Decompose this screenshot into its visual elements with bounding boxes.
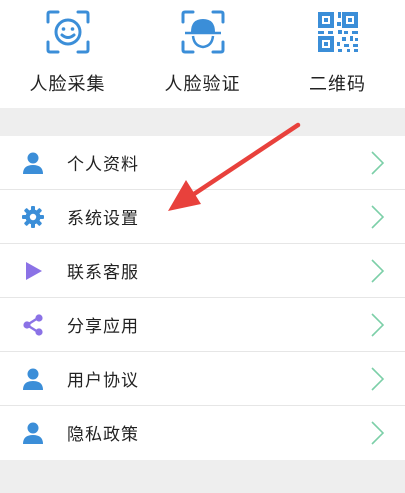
menu-item-label: 个人资料 <box>67 155 139 175</box>
quick-actions-row: 人脸采集 人脸验证 二维码 <box>0 0 405 108</box>
menu-item-user-agreement[interactable]: 用户协议 <box>0 352 405 406</box>
share-icon <box>23 314 43 336</box>
person-icon <box>23 368 43 390</box>
menu-item-system-settings[interactable]: 系统设置 <box>0 190 405 244</box>
qr-code-label: 二维码 <box>309 74 366 95</box>
section-divider <box>0 108 405 136</box>
face-capture-label: 人脸采集 <box>29 74 106 95</box>
menu-item-privacy-policy[interactable]: 隐私政策 <box>0 406 405 460</box>
chevron-right-icon <box>371 259 385 283</box>
person-icon <box>23 422 43 444</box>
face-verify-label: 人脸验证 <box>164 74 241 95</box>
face-capture-icon <box>46 10 89 54</box>
bottom-gray-area <box>0 460 405 493</box>
gear-icon <box>22 206 44 228</box>
menu-item-profile[interactable]: 个人资料 <box>0 136 405 190</box>
settings-screen: 人脸采集 人脸验证 二维码 个人资料 系统设置 联系客服 分享应用 用户协议 隐… <box>0 0 405 493</box>
menu-list: 个人资料 系统设置 联系客服 分享应用 用户协议 隐私政策 <box>0 136 405 460</box>
face-verify-icon <box>181 10 224 54</box>
menu-item-label: 分享应用 <box>67 317 139 337</box>
menu-item-label: 联系客服 <box>67 263 139 283</box>
qr-code-button[interactable]: 二维码 <box>270 0 405 108</box>
menu-item-label: 隐私政策 <box>67 425 139 445</box>
play-icon <box>26 262 42 280</box>
menu-item-share-app[interactable]: 分享应用 <box>0 298 405 352</box>
qr-code-icon <box>317 12 358 52</box>
chevron-right-icon <box>371 421 385 445</box>
face-verify-button[interactable]: 人脸验证 <box>135 0 270 108</box>
chevron-right-icon <box>371 151 385 175</box>
chevron-right-icon <box>371 313 385 337</box>
person-icon <box>23 152 43 174</box>
menu-item-contact-support[interactable]: 联系客服 <box>0 244 405 298</box>
chevron-right-icon <box>371 205 385 229</box>
chevron-right-icon <box>371 367 385 391</box>
face-capture-button[interactable]: 人脸采集 <box>0 0 135 108</box>
menu-item-label: 用户协议 <box>67 371 139 391</box>
menu-item-label: 系统设置 <box>67 209 139 229</box>
